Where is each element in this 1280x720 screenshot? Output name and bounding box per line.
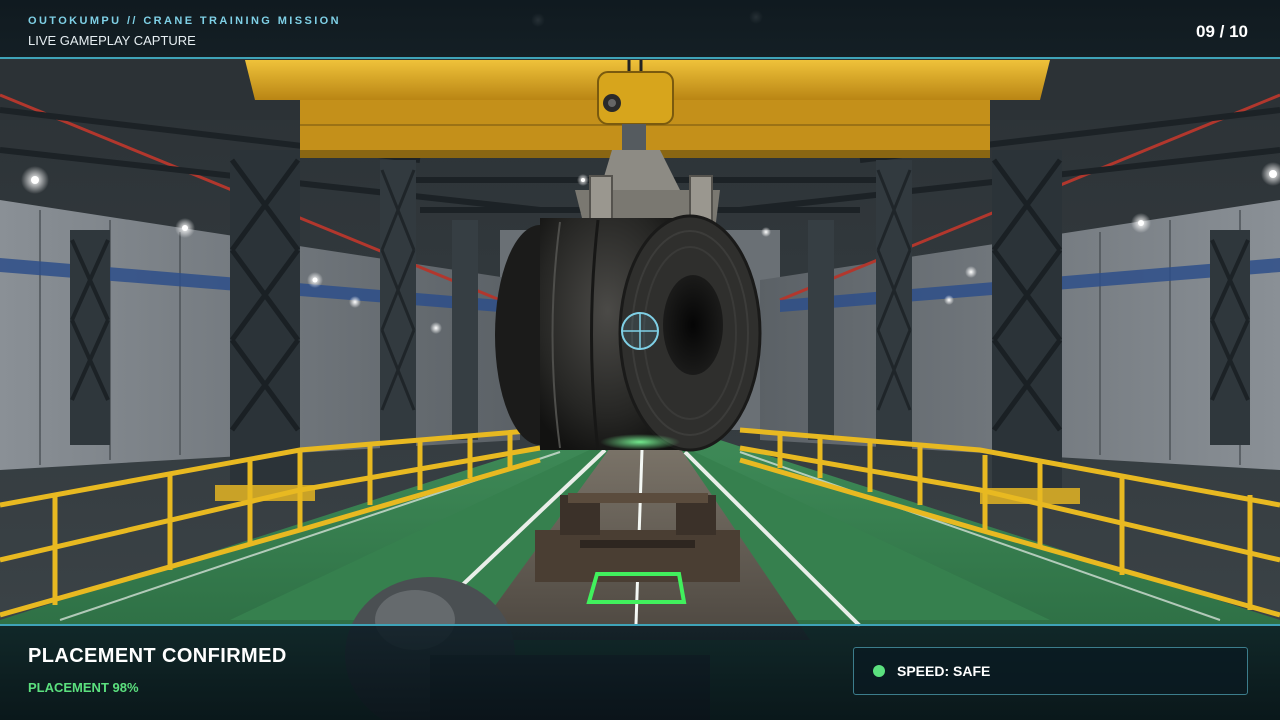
crosshair-icon	[621, 312, 659, 350]
status-title: PLACEMENT CONFIRMED	[28, 645, 287, 667]
speed-status: SPEED: SAFE	[897, 663, 991, 679]
status-dot-icon	[873, 665, 885, 677]
progress-counter: 09 / 10	[1196, 22, 1248, 41]
top-hud-bar: OUTOKUMPU // CRANE TRAINING MISSION LIVE…	[0, 0, 1280, 59]
capture-label: LIVE GAMEPLAY CAPTURE	[28, 33, 196, 48]
factory-scene	[0, 0, 1280, 720]
bottom-hud-bar: PLACEMENT CONFIRMED PLACEMENT 98% SPEED:…	[0, 624, 1280, 720]
placement-readout: PLACEMENT 98%	[28, 680, 139, 695]
game-viewport[interactable]: OUTOKUMPU // CRANE TRAINING MISSION LIVE…	[0, 0, 1280, 720]
mission-title: OUTOKUMPU // CRANE TRAINING MISSION	[28, 15, 341, 27]
speed-panel: SPEED: SAFE	[853, 647, 1248, 695]
